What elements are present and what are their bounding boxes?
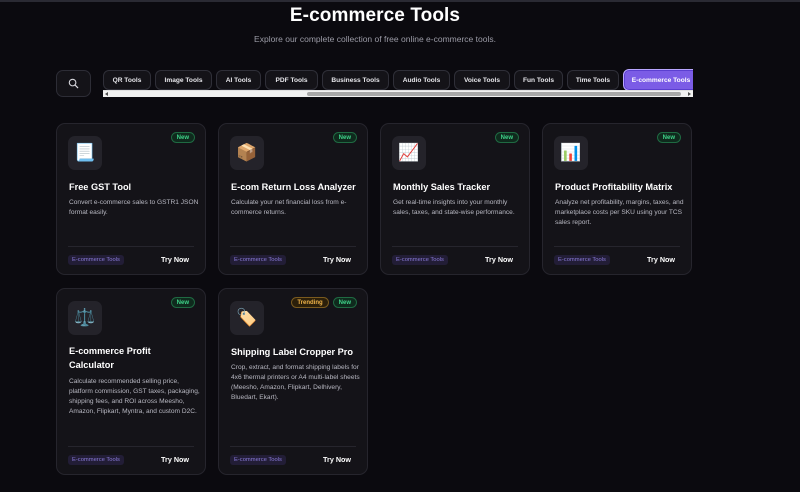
bar-chart-icon: 📊 <box>554 136 588 170</box>
tool-card-free-gst[interactable]: 📃 New Free GST Tool Convert e-commerce s… <box>56 123 206 275</box>
tool-card-monthly-sales-tracker[interactable]: 📈 New Monthly Sales Tracker Get real-tim… <box>380 123 530 275</box>
card-footer: E-commerce Tools Try Now <box>554 246 680 266</box>
tab-time-tools[interactable]: Time Tools <box>567 70 619 90</box>
tab-business-tools[interactable]: Business Tools <box>322 70 389 90</box>
category-tag: E-commerce Tools <box>68 454 124 465</box>
tool-card-shipping-label-cropper[interactable]: 🏷️ Trending New Shipping Label Cropper P… <box>218 288 368 475</box>
tab-e-commerce-tools[interactable]: E-commerce Tools <box>623 69 693 91</box>
card-footer: E-commerce Tools Try Now <box>68 446 194 466</box>
tab-pdf-tools[interactable]: PDF Tools <box>265 70 318 90</box>
card-footer: E-commerce Tools Try Now <box>392 246 518 266</box>
new-badge: New <box>332 297 357 308</box>
card-title: Product Profitability Matrix <box>555 182 673 192</box>
tab-qr-tools[interactable]: QR Tools <box>103 70 151 90</box>
page-title: E-commerce Tools <box>289 5 461 26</box>
page-subtitle: Explore our complete collection of free … <box>254 34 496 44</box>
card-title: E-com Return Loss Analyzer <box>231 182 356 192</box>
try-now-button[interactable]: Try Now <box>161 255 189 264</box>
tabs-scrollbar[interactable] <box>103 90 693 97</box>
card-footer: E-commerce Tools Try Now <box>68 246 194 266</box>
card-description: Get real-time insights into your monthly… <box>393 199 515 216</box>
card-description: Crop, extract, and format shipping label… <box>231 364 360 401</box>
label-tag-icon: 🏷️ <box>230 301 264 335</box>
tool-card-product-profitability-matrix[interactable]: 📊 New Product Profitability Matrix Analy… <box>542 123 692 275</box>
tool-card-profit-calculator[interactable]: ⚖️ New E-commerce Profit Calculator Calc… <box>56 288 206 475</box>
search-button[interactable] <box>56 70 91 97</box>
search-icon <box>68 78 79 89</box>
scroll-thumb[interactable] <box>307 92 681 96</box>
category-tag: E-commerce Tools <box>230 254 286 265</box>
card-footer: E-commerce Tools Try Now <box>230 246 356 266</box>
scales-icon: ⚖️ <box>68 301 102 335</box>
card-description: Calculate your net financial loss from e… <box>231 199 347 216</box>
card-description: Convert e-commerce sales to GSTR1 JSON f… <box>69 199 199 216</box>
card-title: Shipping Label Cropper Pro <box>231 347 353 357</box>
try-now-button[interactable]: Try Now <box>647 255 675 264</box>
category-tag: E-commerce Tools <box>554 254 610 265</box>
trending-badge: Trending <box>291 297 329 308</box>
top-border <box>0 0 800 2</box>
tab-ai-tools[interactable]: AI Tools <box>216 70 261 90</box>
card-title: Monthly Sales Tracker <box>393 182 491 192</box>
category-tag: E-commerce Tools <box>68 254 124 265</box>
new-badge: New <box>332 132 357 143</box>
card-description: Calculate recommended selling price, pla… <box>69 378 200 415</box>
package-icon: 📦 <box>230 136 264 170</box>
tool-card-return-loss-analyzer[interactable]: 📦 New E-com Return Loss Analyzer Calcula… <box>218 123 368 275</box>
document-icon: 📃 <box>68 136 102 170</box>
try-now-button[interactable]: Try Now <box>485 255 513 264</box>
tab-audio-tools[interactable]: Audio Tools <box>393 70 450 90</box>
try-now-button[interactable]: Try Now <box>161 455 189 464</box>
new-badge: New <box>170 297 195 308</box>
new-badge: New <box>494 132 519 143</box>
new-badge: New <box>656 132 681 143</box>
card-description: Analyze net profitability, margins, taxe… <box>555 199 684 226</box>
category-tag: E-commerce Tools <box>230 454 286 465</box>
scroll-left-icon[interactable] <box>105 92 108 96</box>
card-title: E-commerce Profit Calculator <box>69 346 151 370</box>
tab-fun-tools[interactable]: Fun Tools <box>514 70 563 90</box>
tab-image-tools[interactable]: Image Tools <box>155 70 212 90</box>
new-badge: New <box>170 132 195 143</box>
card-title: Free GST Tool <box>69 182 132 192</box>
card-footer: E-commerce Tools Try Now <box>230 446 356 466</box>
category-tag: E-commerce Tools <box>392 254 448 265</box>
try-now-button[interactable]: Try Now <box>323 255 351 264</box>
tab-voice-tools[interactable]: Voice Tools <box>454 70 510 90</box>
scroll-right-icon[interactable] <box>688 92 691 96</box>
chart-up-icon: 📈 <box>392 136 426 170</box>
try-now-button[interactable]: Try Now <box>323 455 351 464</box>
